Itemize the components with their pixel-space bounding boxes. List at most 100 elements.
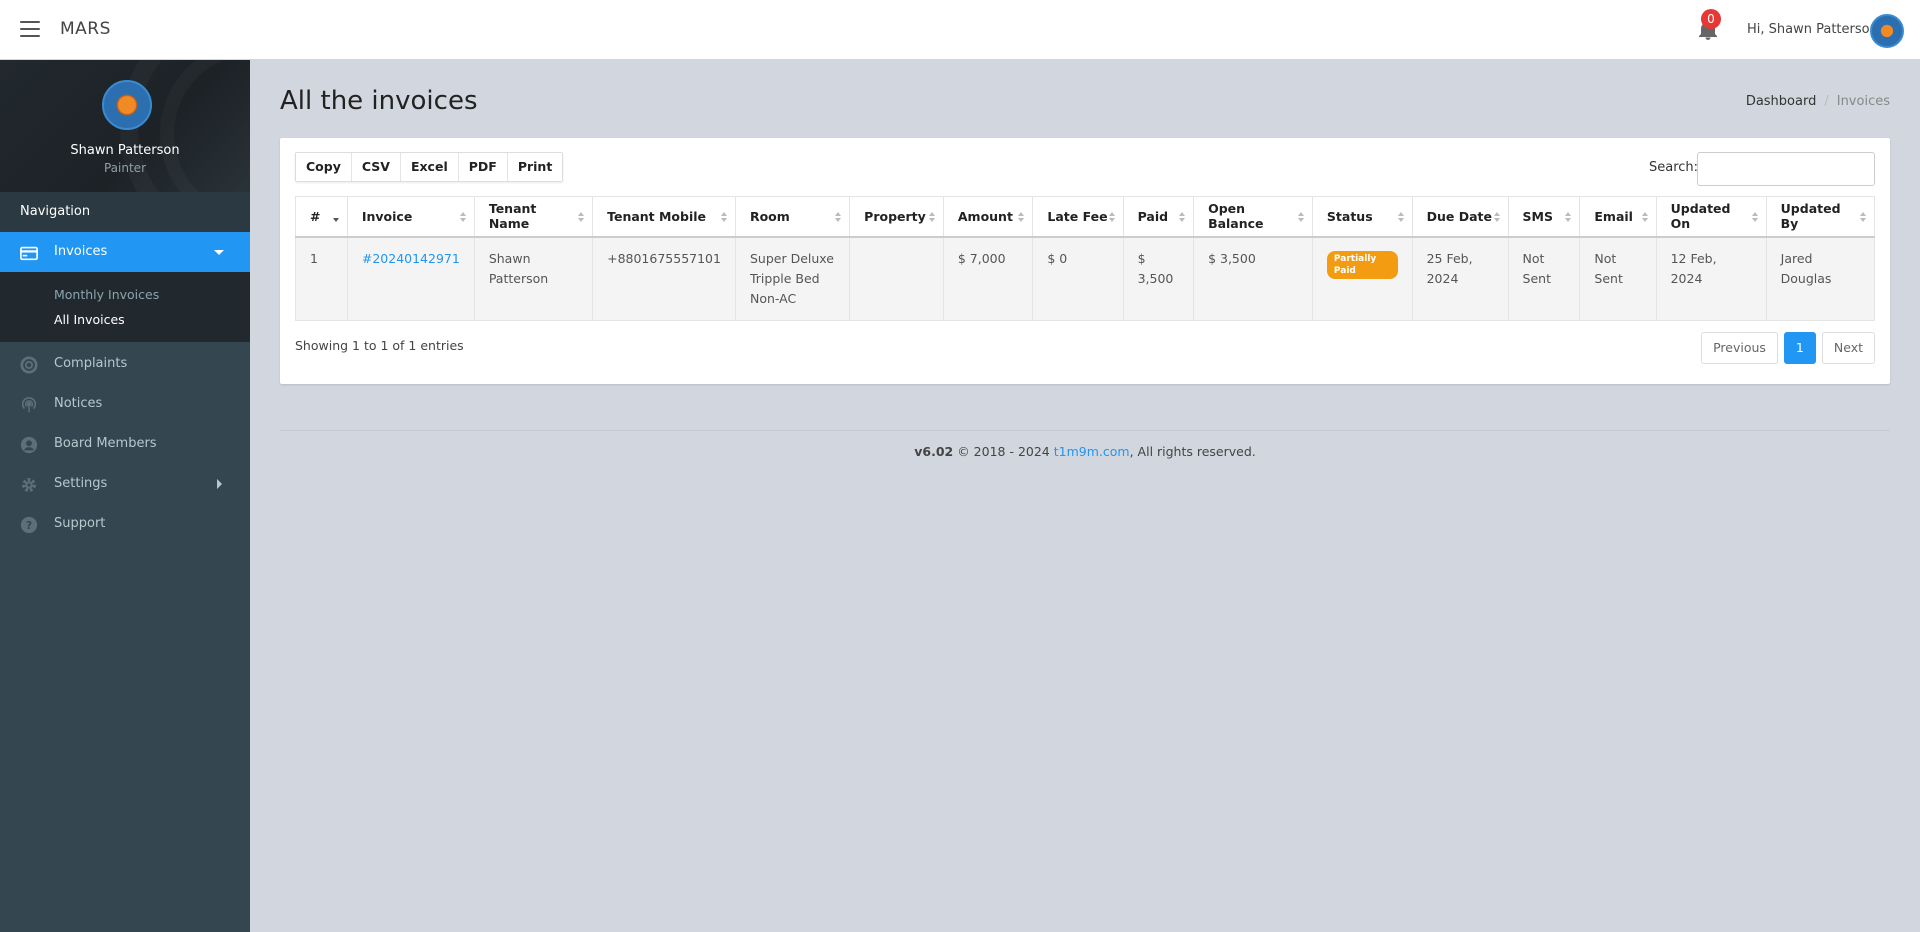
sort-icon (459, 212, 466, 224)
credit-card-icon (20, 246, 38, 261)
sort-icon (835, 212, 842, 224)
pagination: Previous 1 Next (1695, 332, 1875, 364)
excel-button[interactable]: Excel (400, 153, 459, 181)
column-header-status[interactable]: Status (1311, 196, 1413, 238)
cell-room: Super Deluxe Tripple Bed Non-AC (734, 236, 851, 321)
sidebar-item-label: Settings (54, 476, 108, 491)
breadcrumb-separator: / (1824, 94, 1829, 109)
svg-text:?: ? (26, 519, 32, 532)
sort-icon (1108, 212, 1115, 224)
table-header-row: # Invoice Tenant Name Tenant Mobile Room… (295, 196, 1876, 238)
sidebar: Shawn Patterson Painter Navigation Invoi… (0, 60, 250, 932)
csv-button[interactable]: CSV (351, 153, 401, 181)
column-header-tenant-mobile[interactable]: Tenant Mobile (592, 196, 736, 238)
cell-status: Partially Paid (1311, 236, 1413, 321)
column-header-num[interactable]: # (295, 196, 348, 238)
broadcast-icon (21, 397, 37, 413)
sort-icon (1297, 212, 1304, 224)
cell-num: 1 (295, 236, 348, 321)
sort-icon (1751, 212, 1758, 224)
footer-link[interactable]: t1m9m.com (1054, 444, 1130, 459)
column-header-updated-on[interactable]: Updated On (1655, 196, 1767, 238)
invoices-submenu: Monthly Invoices All Invoices (0, 272, 250, 342)
breadcrumb: Dashboard / Invoices (1746, 94, 1890, 109)
pdf-button[interactable]: PDF (458, 153, 508, 181)
cell-late-fee: $ 0 (1032, 236, 1124, 321)
cell-sms: Not Sent (1507, 236, 1581, 321)
column-header-open-balance[interactable]: Open Balance (1193, 196, 1313, 238)
sort-desc-icon (332, 212, 339, 224)
sidebar-item-invoices[interactable]: Invoices (0, 232, 250, 272)
user-circle-icon (20, 436, 38, 454)
column-header-paid[interactable]: Paid (1122, 196, 1195, 238)
invoice-link[interactable]: #20240142971 (362, 251, 460, 266)
page-1-button[interactable]: 1 (1783, 332, 1816, 364)
sort-icon (928, 212, 935, 224)
sidebar-subitem-all-invoices[interactable]: All Invoices (54, 312, 125, 327)
cell-tenant-mobile: +8801675557101 (592, 236, 736, 321)
invoices-box: Copy CSV Excel PDF Print Search: # Invoi… (280, 138, 1890, 384)
sidebar-user-name: Shawn Patterson (70, 143, 180, 158)
sort-icon (1860, 212, 1866, 224)
cell-property (849, 236, 944, 321)
sort-icon (1565, 212, 1572, 224)
export-buttons: Copy CSV Excel PDF Print (295, 152, 564, 182)
sidebar-user-role: Painter (103, 161, 146, 175)
column-header-room[interactable]: Room (734, 196, 851, 238)
cell-updated-on: 12 Feb, 2024 (1655, 236, 1767, 321)
cell-updated-by: Jared Douglas (1765, 236, 1876, 321)
breadcrumb-current: Invoices (1836, 94, 1890, 109)
sort-icon (1641, 212, 1648, 224)
sidebar-item-settings[interactable]: Settings (0, 464, 250, 504)
chevron-right-icon (217, 479, 222, 489)
app-brand[interactable]: MARS (60, 19, 111, 39)
cell-paid: $ 3,500 (1122, 236, 1195, 321)
sort-icon (1493, 212, 1500, 224)
cell-due-date: 25 Feb, 2024 (1411, 236, 1509, 321)
sidebar-item-label: Support (54, 516, 106, 531)
footer-rights: , All rights reserved. (1129, 444, 1256, 459)
invoices-table: # Invoice Tenant Name Tenant Mobile Room… (295, 196, 1876, 321)
copy-button[interactable]: Copy (296, 153, 352, 181)
sidebar-item-support[interactable]: ? Support (0, 504, 250, 544)
sidebar-item-notices[interactable]: Notices (0, 384, 250, 424)
column-header-property[interactable]: Property (849, 196, 944, 238)
search-input[interactable] (1697, 152, 1875, 186)
print-button[interactable]: Print (507, 153, 563, 181)
sidebar-item-board-members[interactable]: Board Members (0, 424, 250, 464)
user-avatar[interactable] (1870, 14, 1904, 48)
sidebar-item-label: Notices (54, 396, 103, 411)
cell-amount: $ 7,000 (942, 236, 1034, 321)
search-label: Search: (1649, 160, 1699, 175)
sort-icon (720, 212, 727, 224)
column-header-due-date[interactable]: Due Date (1411, 196, 1509, 238)
question-circle-icon: ? (20, 516, 38, 534)
column-header-late-fee[interactable]: Late Fee (1032, 196, 1124, 238)
menu-toggle-icon[interactable] (20, 21, 40, 37)
sort-icon (578, 212, 585, 224)
column-header-tenant-name[interactable]: Tenant Name (473, 196, 594, 238)
sidebar-item-complaints[interactable]: Complaints (0, 344, 250, 384)
column-header-email[interactable]: Email (1579, 196, 1657, 238)
column-header-amount[interactable]: Amount (942, 196, 1034, 238)
footer-divider (280, 430, 1890, 431)
table-info: Showing 1 to 1 of 1 entries (295, 338, 464, 353)
chevron-down-icon (214, 250, 224, 255)
sidebar-item-label: Invoices (54, 244, 108, 259)
sidebar-user-panel: Shawn Patterson Painter (0, 60, 250, 192)
column-header-updated-by[interactable]: Updated By (1765, 196, 1876, 238)
footer-copyright: © 2018 - 2024 (953, 444, 1054, 459)
cell-invoice: #20240142971 (346, 236, 475, 321)
top-header: MARS 0 Hi, Shawn Patterson (0, 0, 1920, 60)
sidebar-subitem-monthly-invoices[interactable]: Monthly Invoices (54, 287, 159, 302)
column-header-invoice[interactable]: Invoice (346, 196, 475, 238)
previous-button[interactable]: Previous (1701, 332, 1778, 364)
user-greeting[interactable]: Hi, Shawn Patterson (1747, 22, 1878, 37)
gear-icon (22, 478, 36, 492)
breadcrumb-dashboard[interactable]: Dashboard (1746, 94, 1817, 109)
footer-version: v6.02 (914, 444, 954, 459)
column-header-sms[interactable]: SMS (1507, 196, 1581, 238)
sort-icon (1018, 212, 1025, 224)
cell-open-balance: $ 3,500 (1193, 236, 1313, 321)
next-button[interactable]: Next (1821, 332, 1875, 364)
